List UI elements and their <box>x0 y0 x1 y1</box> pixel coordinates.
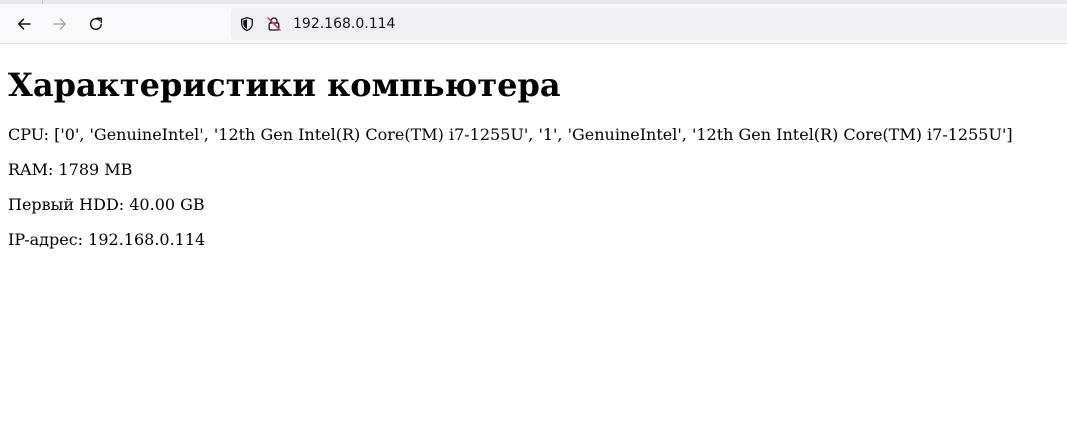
browser-toolbar: 192.168.0.114 <box>0 4 1067 44</box>
forward-button[interactable] <box>46 10 74 38</box>
url-bar[interactable]: 192.168.0.114 <box>231 8 1067 40</box>
ip-info: IP-адрес: 192.168.0.114 <box>8 230 206 249</box>
url-text[interactable]: 192.168.0.114 <box>293 15 395 33</box>
ram-info: RAM: 1789 MB <box>8 160 133 179</box>
shield-icon[interactable] <box>239 16 255 32</box>
arrow-right-icon <box>53 18 67 30</box>
hdd-info: Первый HDD: 40.00 GB <box>8 195 205 214</box>
page-content: Характеристики компьютера CPU: ['0', 'Ge… <box>8 45 1058 249</box>
back-button[interactable] <box>10 10 38 38</box>
insecure-lock-icon[interactable] <box>266 16 282 32</box>
reload-icon <box>89 17 103 31</box>
page-title: Характеристики компьютера <box>8 66 561 104</box>
arrow-left-icon <box>17 18 31 30</box>
cpu-info: CPU: ['0', 'GenuineIntel', '12th Gen Int… <box>8 125 1013 144</box>
reload-button[interactable] <box>82 10 110 38</box>
